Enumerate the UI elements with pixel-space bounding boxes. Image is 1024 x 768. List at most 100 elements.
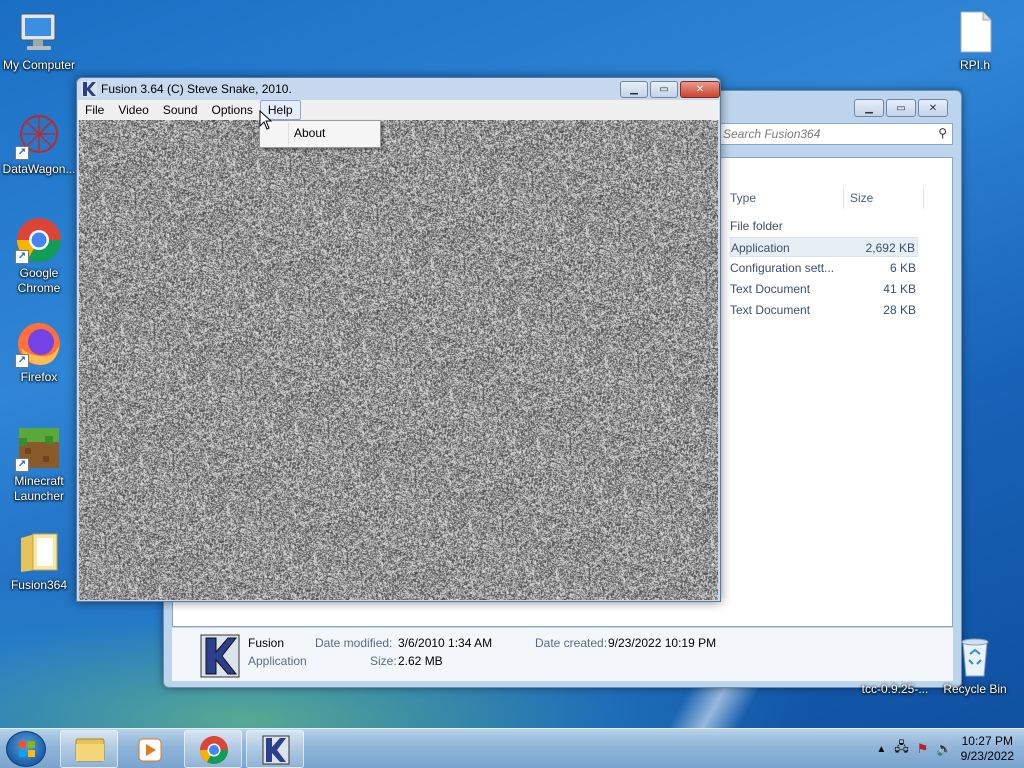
system-tray: ▲ 🖧 ⚑ 🔊 10:27 PM 9/23/2022	[876, 729, 1014, 768]
start-button[interactable]	[6, 731, 46, 767]
mouse-cursor-icon	[259, 109, 273, 130]
network-icon[interactable]: 🖧	[894, 738, 909, 760]
maximize-button[interactable]: ▭	[650, 81, 678, 98]
file-row[interactable]: Configuration sett... 6 KB	[730, 258, 918, 278]
media-player-icon	[138, 738, 162, 762]
tcc-icon	[871, 632, 919, 680]
file-size: 2,692 KB	[865, 241, 915, 255]
menu-gutter	[288, 123, 289, 145]
datawagon-icon: ↗	[15, 112, 63, 160]
folder-icon	[15, 528, 63, 576]
fusion-menubar: File Video Sound Options Help	[78, 100, 719, 120]
minecraft-icon: ↗	[15, 424, 63, 472]
file-size: 6 KB	[889, 261, 916, 275]
details-kind: Application	[248, 654, 307, 668]
desktop-icon-label: Fusion364	[10, 578, 68, 592]
desktop-icon-recycle-bin[interactable]: Recycle Bin	[936, 632, 1014, 697]
static-noise-display	[79, 120, 718, 600]
explorer-window-controls: ▁ ▭ ✕	[854, 99, 948, 117]
close-button[interactable]: ✕	[680, 81, 720, 98]
column-header-size[interactable]: Size	[850, 187, 924, 209]
file-row-selected[interactable]: Application 2,692 KB	[730, 237, 918, 257]
file-row[interactable]: Text Document 41 KB	[730, 279, 918, 299]
show-hidden-icons-icon[interactable]: ▲	[876, 744, 886, 755]
file-type: Configuration sett...	[730, 261, 835, 275]
firefox-icon: ↗	[15, 320, 63, 368]
volume-icon[interactable]: 🔊	[936, 741, 952, 757]
chrome-icon: ↗	[15, 216, 63, 264]
file-type: Application	[731, 241, 790, 255]
shortcut-arrow-icon: ↗	[15, 146, 29, 160]
file-size: 28 KB	[883, 303, 916, 317]
maximize-button[interactable]: ▭	[886, 99, 916, 117]
menu-file[interactable]: File	[78, 101, 111, 119]
windows-logo-icon	[19, 741, 35, 757]
search-placeholder: Search Fusion364	[723, 127, 821, 141]
desktop-icon-tcc[interactable]: tcc-0.9.25-...	[856, 632, 934, 697]
chrome-icon	[200, 736, 228, 764]
menu-item-about[interactable]: About	[294, 126, 325, 140]
desktop-icon-fusion364[interactable]: Fusion364	[0, 528, 78, 593]
computer-icon	[15, 8, 63, 56]
fusion-title: Fusion 3.64 (C) Steve Snake, 2010.	[101, 82, 292, 96]
clock-date: 9/23/2022	[960, 749, 1014, 763]
desktop-icon-rpi[interactable]: RPI.h	[936, 8, 1014, 73]
minimize-button[interactable]: ▁	[620, 81, 648, 98]
desktop-icon-label: My Computer	[2, 58, 76, 72]
folder-icon	[75, 738, 105, 762]
details-name: Fusion	[248, 636, 285, 650]
fusion-k-icon	[81, 81, 97, 97]
clock[interactable]: 10:27 PM 9/23/2022	[961, 734, 1014, 764]
taskbar-chrome-button[interactable]	[184, 730, 242, 768]
desktop-icon-label: DataWagon...	[2, 162, 76, 176]
search-input[interactable]: Search Fusion364 ⚲	[720, 123, 953, 145]
clock-time: 10:27 PM	[961, 734, 1013, 748]
minimize-button[interactable]: ▁	[854, 99, 884, 117]
file-row[interactable]: File folder	[730, 216, 918, 236]
file-type: File folder	[730, 219, 783, 233]
action-center-icon[interactable]: ⚑	[917, 741, 929, 757]
file-row[interactable]: Text Document 28 KB	[730, 300, 918, 320]
shortcut-arrow-icon: ↗	[15, 250, 29, 264]
column-header-type[interactable]: Type	[730, 187, 844, 209]
taskbar-media-player-button[interactable]	[122, 730, 180, 768]
desktop-icon-my-computer[interactable]: My Computer	[0, 8, 78, 73]
document-icon	[951, 8, 999, 56]
fusion-titlebar[interactable]: Fusion 3.64 (C) Steve Snake, 2010. ▁ ▭ ✕	[77, 78, 720, 100]
taskbar: ▲ 🖧 ⚑ 🔊 10:27 PM 9/23/2022	[0, 728, 1024, 768]
desktop-icon-label: Minecraft Launcher	[13, 474, 65, 503]
close-button[interactable]: ✕	[918, 99, 948, 117]
desktop-icon-label: Firefox	[20, 370, 58, 384]
recycle-bin-icon	[951, 632, 999, 680]
details-pane: Fusion Application Date modified: 3/6/20…	[172, 627, 953, 681]
desktop-icon-label: Google Chrome	[17, 266, 61, 295]
size-label: Size:	[370, 654, 397, 668]
size-value: 2.62 MB	[398, 654, 443, 668]
date-created-value: 9/23/2022 10:19 PM	[608, 636, 717, 650]
fusion-app-icon	[200, 634, 240, 678]
menu-video[interactable]: Video	[111, 101, 155, 119]
taskbar-explorer-button[interactable]	[60, 730, 118, 768]
desktop-icon-minecraft[interactable]: ↗ Minecraft Launcher	[0, 424, 78, 504]
menu-sound[interactable]: Sound	[156, 101, 205, 119]
desktop-icon-label: Recycle Bin	[943, 682, 1007, 696]
fusion-window[interactable]: Fusion 3.64 (C) Steve Snake, 2010. ▁ ▭ ✕…	[76, 77, 721, 602]
file-type: Text Document	[730, 303, 811, 317]
desktop-icon-firefox[interactable]: ↗ Firefox	[0, 320, 78, 385]
fusion-k-icon	[262, 735, 290, 765]
desktop-icon-chrome[interactable]: ↗ Google Chrome	[0, 216, 78, 296]
date-modified-value: 3/6/2010 1:34 AM	[398, 636, 493, 650]
file-type: Text Document	[730, 282, 811, 296]
desktop-icon-label: RPI.h	[959, 58, 990, 72]
help-dropdown-menu: About	[259, 120, 381, 148]
shortcut-arrow-icon: ↗	[15, 458, 29, 472]
emulator-screen[interactable]	[79, 120, 718, 600]
file-size: 41 KB	[883, 282, 916, 296]
shortcut-arrow-icon: ↗	[15, 354, 29, 368]
fusion-window-controls: ▁ ▭ ✕	[620, 81, 720, 98]
date-created-label: Date created:	[535, 636, 608, 650]
search-icon[interactable]: ⚲	[938, 126, 947, 140]
menu-options[interactable]: Options	[205, 101, 260, 119]
taskbar-fusion-button[interactable]	[246, 730, 304, 768]
desktop-icon-datawagon[interactable]: ↗ DataWagon...	[0, 112, 78, 177]
